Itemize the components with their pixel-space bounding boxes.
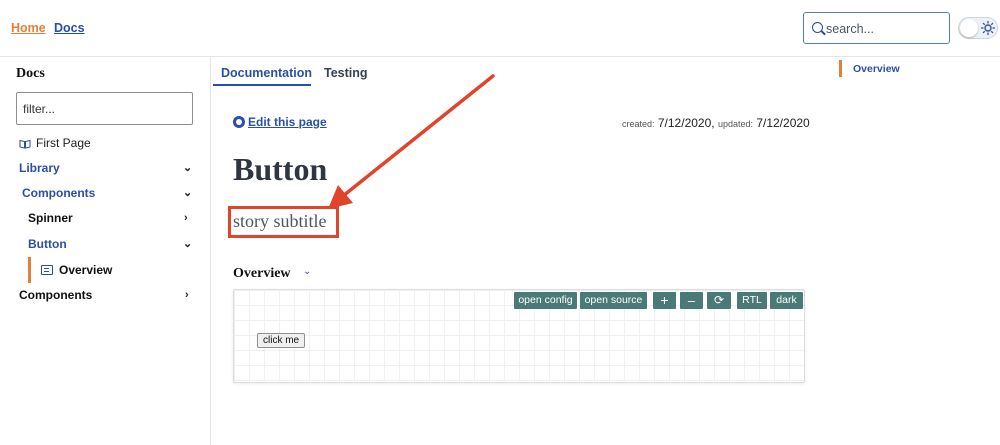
story-preview: open config open source + – ⟳ RTL dark c… [233,289,805,383]
reset-button[interactable]: ⟳ [707,292,731,309]
sidebar-item-label: Spinner [28,211,73,225]
filter-input[interactable] [16,92,193,125]
sidebar-item-components-2[interactable]: Components › [19,286,195,304]
toc-indicator [839,60,842,77]
updated-date: 7/12/2020 [756,116,810,130]
sidebar-item-spinner[interactable]: Spinner › [28,209,195,227]
sidebar-item-overview[interactable]: Overview [59,261,112,279]
sidebar-title: Docs [16,66,45,81]
sidebar-item-label: Library [19,161,60,175]
highlight-box [228,206,339,238]
chevron-down-icon: ⌄ [183,187,193,199]
zoom-in-button[interactable]: + [653,292,676,309]
sidebar-item-button[interactable]: Button ⌄ [28,235,195,253]
active-tab-underline [213,84,311,86]
tab-testing[interactable]: Testing [324,66,368,80]
active-indicator [28,257,31,283]
book-icon [19,139,31,149]
open-config-button[interactable]: open config [514,292,577,309]
rtl-button[interactable]: RTL [737,292,767,309]
search-box[interactable] [803,12,950,44]
toc-item-overview[interactable]: Overview [853,63,900,75]
search-input[interactable] [826,20,944,37]
edit-page-link[interactable]: Edit this page [248,115,327,129]
sidebar-item-label: First Page [36,136,91,150]
sidebar: Docs First Page Library ⌄ Components ⌄ S… [0,57,211,445]
sidebar-item-label: Button [28,237,67,251]
top-header: Home Docs [0,0,1000,57]
sidebar-item-label: Components [22,186,96,200]
theme-toggle[interactable] [958,17,998,39]
sidebar-item-library[interactable]: Library ⌄ [19,159,195,177]
tab-documentation[interactable]: Documentation [221,66,312,80]
open-source-button[interactable]: open source [580,292,647,309]
document-icon [41,265,53,275]
page-dates: created: 7/12/2020, updated: 7/12/2020 [622,116,810,130]
toggle-knob [960,19,978,37]
updated-label: updated: [717,119,753,129]
page-title: Button [233,151,328,187]
chevron-down-icon: ⌄ [183,238,193,250]
chevron-right-icon: › [184,212,188,224]
click-me-button[interactable]: click me [257,333,306,348]
chevron-down-icon: ⌄ [183,162,193,174]
sidebar-item-first-page[interactable]: First Page [36,134,91,152]
chevron-down-icon[interactable]: ⌄ [303,266,311,277]
nav-docs-link[interactable]: Docs [54,21,85,35]
created-date: 7/12/2020 [657,116,712,130]
zoom-out-button[interactable]: – [680,292,703,309]
sidebar-item-components[interactable]: Components ⌄ [22,184,195,202]
sidebar-item-label: Components [19,288,93,302]
created-label: created: [622,119,655,129]
nav-home-link[interactable]: Home [11,21,46,35]
chevron-right-icon: › [185,289,189,301]
github-icon [233,116,245,128]
sidebar-item-label: Overview [59,263,113,277]
section-title-overview[interactable]: Overview [233,266,291,282]
dark-button[interactable]: dark [770,292,803,309]
sun-icon [980,20,996,36]
search-icon [812,22,823,33]
